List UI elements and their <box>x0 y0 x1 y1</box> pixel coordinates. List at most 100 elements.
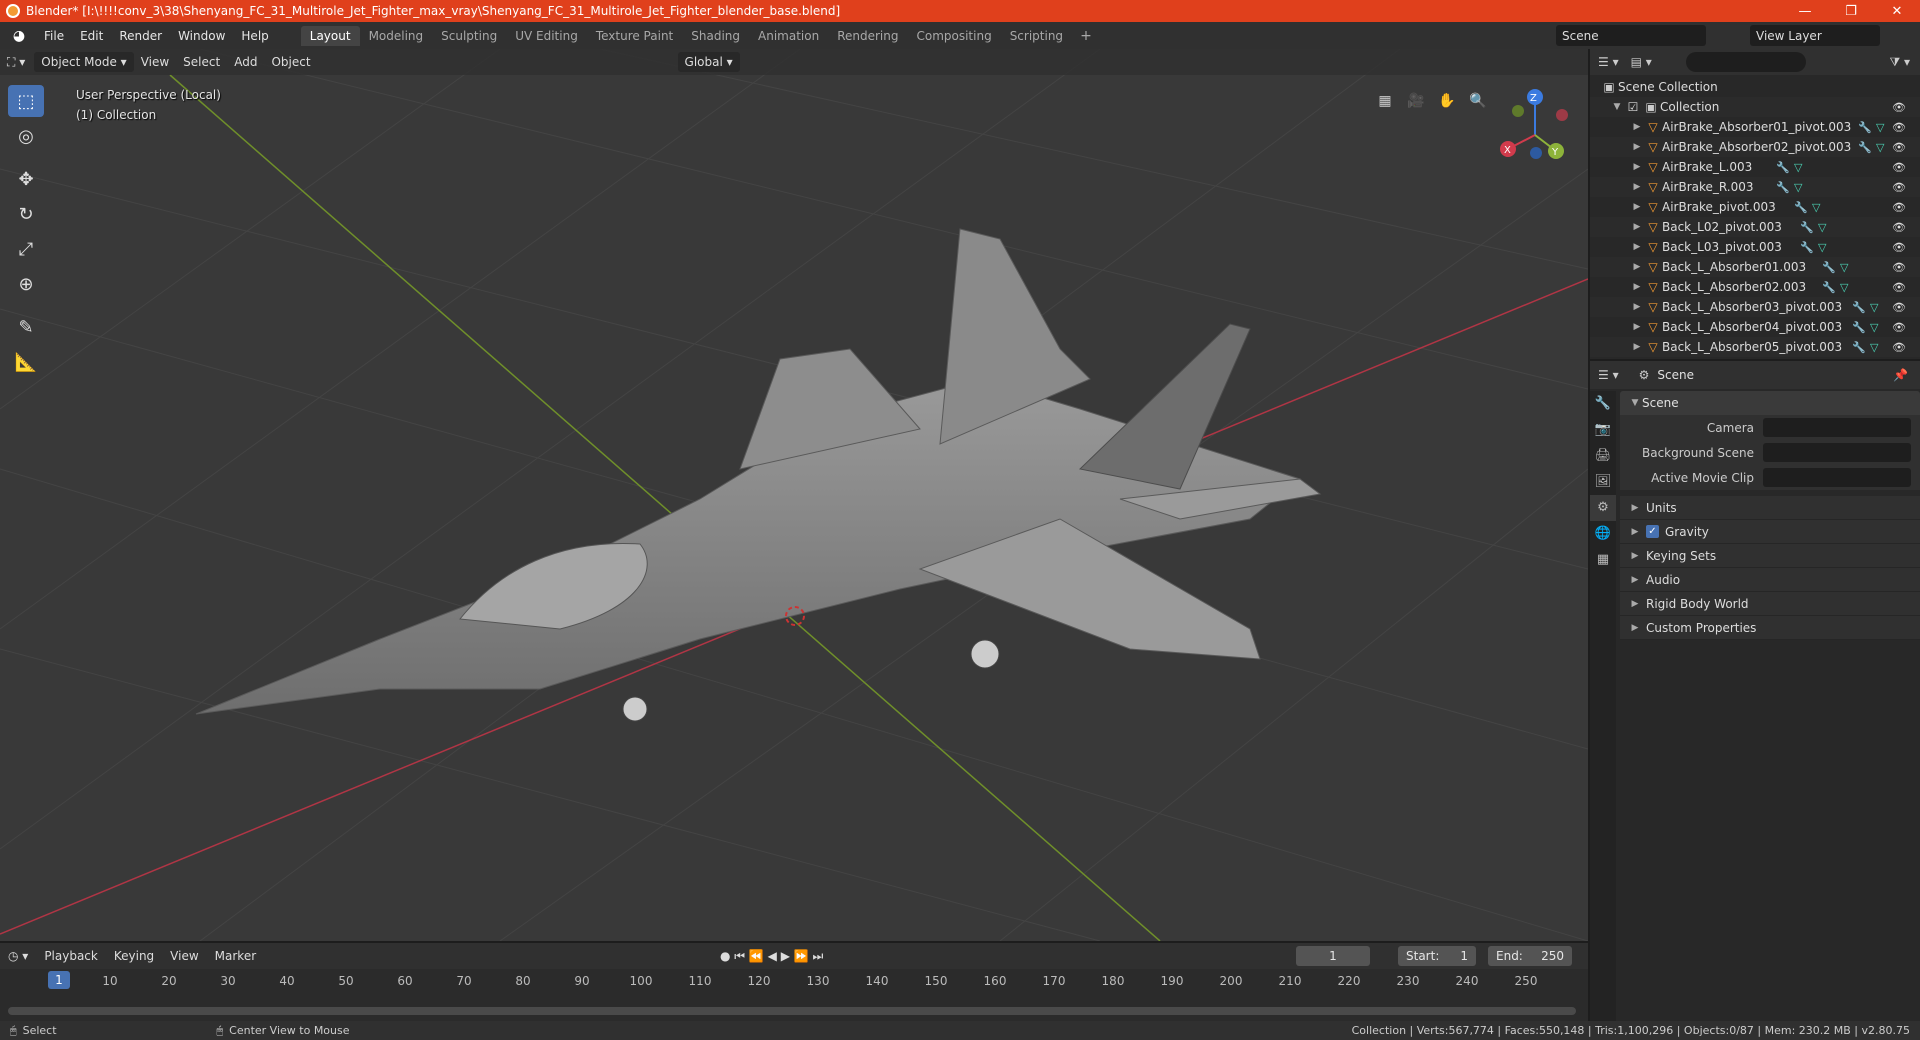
mesh-icon[interactable]: ▽ <box>1794 181 1802 194</box>
tab-rendering[interactable]: Rendering <box>828 26 907 46</box>
outliner-editor-icon[interactable]: ☰ ▾ <box>1590 55 1627 69</box>
playback-controls[interactable]: ● ⏮ ⏪ ◀ ▶ ⏩ ⏭ <box>712 949 831 964</box>
timeline-editor[interactable]: ◷ ▾ Playback Keying View Marker ● ⏮ ⏪ ◀ … <box>0 941 1588 1021</box>
eye-icon[interactable]: 👁 <box>1892 201 1906 214</box>
mesh-icon[interactable]: ▽ <box>1818 241 1826 254</box>
expand-arrow-icon[interactable]: ▶ <box>1630 202 1644 212</box>
camera-view-icon[interactable]: 🎥 <box>1402 87 1430 115</box>
expand-arrow-icon[interactable]: ▶ <box>1628 527 1642 537</box>
tool-tab-icon[interactable]: 🔧 <box>1590 391 1616 417</box>
tab-scripting[interactable]: Scripting <box>1001 26 1072 46</box>
eye-icon[interactable]: 👁 <box>1892 261 1906 274</box>
viewport-menu-select[interactable]: Select <box>176 55 227 69</box>
keying-sets-panel[interactable]: ▶ Keying Sets <box>1620 544 1920 568</box>
wrench-icon[interactable]: 🔧 <box>1776 181 1790 194</box>
scene-panel-header[interactable]: ▼ Scene <box>1620 391 1920 415</box>
list-item[interactable]: ▶ ▽ Back_L_Absorber05_pivot.003 🔧 ▽ 👁 <box>1590 337 1920 357</box>
camera-field[interactable] <box>1763 418 1911 437</box>
tab-uv-editing[interactable]: UV Editing <box>506 26 587 46</box>
expand-arrow-icon[interactable]: ▶ <box>1630 182 1644 192</box>
editor-type-icon[interactable]: ⛶ ▾ <box>0 55 32 70</box>
eye-icon[interactable]: 👁 <box>1892 101 1906 114</box>
tab-modeling[interactable]: Modeling <box>360 26 433 46</box>
list-item[interactable]: ▶ ▽ AirBrake_Absorber01_pivot.003 🔧 ▽ 👁 <box>1590 117 1920 137</box>
measure-icon[interactable]: 📐 <box>8 346 44 378</box>
wrench-icon[interactable]: 🔧 <box>1852 301 1866 314</box>
tab-texture-paint[interactable]: Texture Paint <box>587 26 682 46</box>
wrench-icon[interactable]: 🔧 <box>1858 141 1872 154</box>
properties-editor[interactable]: ☰ ▾ ⚙ Scene 📌 🔧 📷 🖨 🖼 ⚙ 🌐 ▦ ▼ Scene Came… <box>1590 361 1920 1021</box>
pin-icon[interactable]: 📌 <box>1893 368 1908 382</box>
wrench-icon[interactable]: 🔧 <box>1852 321 1866 334</box>
grid-view-icon[interactable]: ▦ <box>1371 87 1399 115</box>
wrench-icon[interactable]: 🔧 <box>1776 161 1790 174</box>
texture-tab-icon[interactable]: ▦ <box>1590 547 1616 573</box>
timeline-editor-icon[interactable]: ◷ ▾ <box>0 949 36 963</box>
expand-arrow-icon[interactable]: ▶ <box>1630 302 1644 312</box>
mesh-icon[interactable]: ▽ <box>1812 201 1820 214</box>
menu-window[interactable]: Window <box>170 22 233 49</box>
outliner-editor[interactable]: ☰ ▾ ▤ ▾ ⧩ ▾ ▣ Scene Collection ▼ ☑ ▣ Col… <box>1590 49 1920 359</box>
mode-selector[interactable]: Object Mode ▾ <box>34 52 134 72</box>
list-item[interactable]: ▶ ▽ AirBrake_R.003 🔧 ▽ 👁 <box>1590 177 1920 197</box>
wrench-icon[interactable]: 🔧 <box>1852 341 1866 354</box>
rigid-body-world-panel[interactable]: ▶ Rigid Body World <box>1620 592 1920 616</box>
tab-compositing[interactable]: Compositing <box>907 26 1000 46</box>
mesh-icon[interactable]: ▽ <box>1870 341 1878 354</box>
wrench-icon[interactable]: 🔧 <box>1800 221 1814 234</box>
mesh-icon[interactable]: ▽ <box>1870 321 1878 334</box>
gravity-checkbox[interactable]: ✓ <box>1646 525 1659 538</box>
cursor-icon[interactable]: ◎ <box>8 120 44 152</box>
menu-file[interactable]: File <box>36 22 72 49</box>
tab-layout[interactable]: Layout <box>300 25 360 46</box>
expand-arrow-icon[interactable]: ▶ <box>1630 142 1644 152</box>
transform-icon[interactable]: ⊕ <box>8 268 44 300</box>
outliner-search-input[interactable] <box>1686 52 1806 72</box>
wrench-icon[interactable]: 🔧 <box>1794 201 1808 214</box>
transform-orientation[interactable]: Global ▾ <box>677 52 740 72</box>
expand-arrow-icon[interactable]: ▶ <box>1630 222 1644 232</box>
expand-arrow-icon[interactable]: ▶ <box>1630 342 1644 352</box>
units-panel[interactable]: ▶ Units <box>1620 496 1920 520</box>
viewport-menu-add[interactable]: Add <box>227 55 264 69</box>
list-item[interactable]: ▶ ▽ Back_L03_pivot.003 🔧 ▽ 👁 <box>1590 237 1920 257</box>
output-tab-icon[interactable]: 🖨 <box>1590 443 1616 469</box>
pan-hand-icon[interactable]: ✋ <box>1433 87 1461 115</box>
list-item[interactable]: ▶ ▽ Back_L02_pivot.003 🔧 ▽ 👁 <box>1590 217 1920 237</box>
active-movie-clip-field[interactable] <box>1763 468 1911 487</box>
eye-icon[interactable]: 👁 <box>1892 181 1906 194</box>
timeline-menu-view[interactable]: View <box>162 949 206 963</box>
mesh-icon[interactable]: ▽ <box>1818 221 1826 234</box>
eye-icon[interactable]: 👁 <box>1892 301 1906 314</box>
tab-sculpting[interactable]: Sculpting <box>432 26 506 46</box>
expand-arrow-icon[interactable]: ▶ <box>1630 282 1644 292</box>
wrench-icon[interactable]: 🔧 <box>1822 261 1836 274</box>
display-mode-icon[interactable]: ▤ ▾ <box>1627 55 1656 69</box>
eye-icon[interactable]: 👁 <box>1892 121 1906 134</box>
background-scene-field[interactable] <box>1763 443 1911 462</box>
annotate-icon[interactable]: ✎ <box>8 311 44 343</box>
expand-arrow-icon[interactable]: ▶ <box>1630 322 1644 332</box>
jet-fighter-model[interactable] <box>195 228 1322 722</box>
list-item[interactable]: ▶ ▽ Back_L_Absorber03_pivot.003 🔧 ▽ 👁 <box>1590 297 1920 317</box>
list-item[interactable]: ▶ ▽ AirBrake_L.003 🔧 ▽ 👁 <box>1590 157 1920 177</box>
menu-help[interactable]: Help <box>233 22 276 49</box>
list-item[interactable]: ▶ ▽ Back_L_Absorber02.003 🔧 ▽ 👁 <box>1590 277 1920 297</box>
eye-icon[interactable]: 👁 <box>1892 281 1906 294</box>
timeline-menu-keying[interactable]: Keying <box>106 949 162 963</box>
end-frame-field[interactable]: End: 250 <box>1488 946 1572 966</box>
menu-edit[interactable]: Edit <box>72 22 111 49</box>
list-item[interactable]: ▶ ▽ AirBrake_pivot.003 🔧 ▽ 👁 <box>1590 197 1920 217</box>
playhead-frame[interactable]: 1 <box>48 971 70 989</box>
collection-row[interactable]: ▼ ☑ ▣ Collection 👁 <box>1590 97 1920 117</box>
viewport-menu-view[interactable]: View <box>134 55 176 69</box>
expand-arrow-icon[interactable]: ▶ <box>1628 599 1642 609</box>
expand-arrow-icon[interactable]: ▶ <box>1628 503 1642 513</box>
wrench-icon[interactable]: 🔧 <box>1822 281 1836 294</box>
tab-shading[interactable]: Shading <box>682 26 749 46</box>
audio-panel[interactable]: ▶ Audio <box>1620 568 1920 592</box>
timeline-scrollbar[interactable] <box>8 1007 1576 1015</box>
eye-icon[interactable]: 👁 <box>1892 221 1906 234</box>
filter-icon[interactable]: ⧩ ▾ <box>1889 55 1910 70</box>
render-tab-icon[interactable]: 📷 <box>1590 417 1616 443</box>
